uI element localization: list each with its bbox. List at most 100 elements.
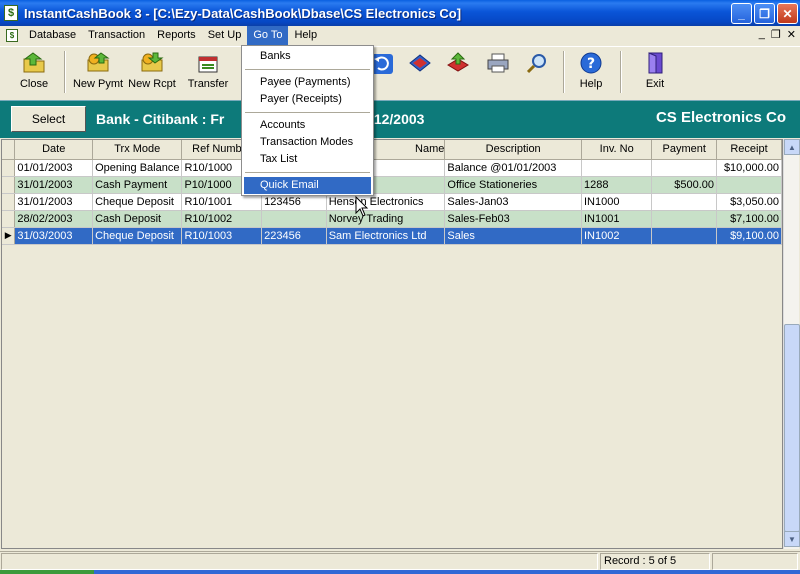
cell-date[interactable]: 28/02/2003	[14, 210, 94, 228]
cell-ref-number[interactable]: R10/1003	[181, 227, 263, 245]
cell-receipt[interactable]: $7,100.00	[716, 210, 782, 228]
goto-payee[interactable]: Payee (Payments)	[244, 74, 371, 91]
cell-receipt[interactable]: $9,100.00	[716, 227, 782, 245]
document-icon[interactable]: $	[6, 29, 18, 42]
goto-banks[interactable]: Banks	[244, 48, 371, 65]
goto-quick-email[interactable]: Quick Email	[244, 177, 371, 194]
cell-description[interactable]: Sales-Feb03	[444, 210, 582, 228]
cell-inv-no[interactable]: IN1000	[581, 193, 653, 211]
vertical-scrollbar[interactable]: ▲ ▼	[783, 139, 800, 549]
table-row[interactable]: 31/01/2003 Cheque Deposit R10/1001 123456 He…	[2, 193, 782, 211]
help-button[interactable]: ? Help	[574, 51, 608, 95]
cell-payment[interactable]	[651, 159, 718, 177]
goto-transaction-modes[interactable]: Transaction Modes	[244, 134, 371, 151]
help-label: Help	[579, 78, 603, 90]
cell-description[interactable]: Sales-Jan03	[444, 193, 582, 211]
menu-transaction[interactable]: Transaction	[82, 26, 151, 45]
cell-description[interactable]: Sales	[444, 227, 582, 245]
search-button[interactable]	[523, 51, 551, 95]
mdi-restore-button[interactable]: ❐	[771, 28, 781, 41]
new-receipt-label: New Rcpt	[128, 78, 176, 90]
app-icon[interactable]: $	[4, 5, 18, 21]
cell-receipt[interactable]	[716, 176, 782, 194]
close-button[interactable]: Close	[16, 51, 52, 95]
scroll-up-arrow[interactable]: ▲	[784, 139, 800, 155]
column-header-payment[interactable]: Payment	[651, 140, 718, 160]
column-header-inv-no[interactable]: Inv. No	[581, 140, 653, 160]
row-indicator[interactable]	[2, 193, 16, 211]
cell-payment[interactable]: $500.00	[651, 176, 718, 194]
transactions-table: Date Trx Mode Ref Number Name Descriptio…	[2, 140, 782, 245]
start-button-edge[interactable]	[0, 570, 94, 574]
menu-setup[interactable]: Set Up	[202, 26, 248, 45]
mdi-close-button[interactable]: ✕	[787, 28, 796, 41]
cell-receipt[interactable]: $10,000.00	[716, 159, 782, 177]
menu-help[interactable]: Help	[288, 26, 323, 45]
cell-receipt[interactable]: $3,050.00	[716, 193, 782, 211]
cell-payment[interactable]	[651, 227, 718, 245]
cell-trx-mode[interactable]: Cheque Deposit	[92, 227, 183, 245]
column-header-trx-mode[interactable]: Trx Mode	[92, 140, 183, 160]
row-indicator[interactable]	[2, 176, 16, 194]
cell-trx-mode[interactable]: Cash Deposit	[92, 210, 183, 228]
table-row[interactable]: 28/02/2003 Cash Deposit R10/1002 Norvey Tra…	[2, 210, 782, 228]
menu-goto[interactable]: Go To	[247, 26, 289, 45]
column-header-receipt[interactable]: Receipt	[716, 140, 782, 160]
ledger-button[interactable]	[406, 51, 434, 95]
select-bank-button[interactable]: Select	[11, 106, 86, 132]
mdi-controls: _ ❐ ✕	[759, 28, 796, 41]
cell-trx-mode[interactable]: Opening Balance	[92, 159, 183, 177]
cell-name[interactable]: Sam Electronics Ltd	[326, 227, 446, 245]
column-header-date[interactable]: Date	[14, 140, 94, 160]
exit-button[interactable]: Exit	[640, 51, 670, 95]
cell-payment[interactable]	[651, 193, 718, 211]
row-indicator[interactable]	[2, 159, 16, 177]
column-header-description[interactable]: Description	[444, 140, 582, 160]
cell-date[interactable]: 01/01/2003	[14, 159, 94, 177]
minimize-icon: _	[738, 6, 745, 21]
row-indicator[interactable]	[2, 210, 16, 228]
cell-name[interactable]: Norvey Trading	[326, 210, 446, 228]
restore-button[interactable]: ❐	[754, 3, 775, 24]
cell-cheque[interactable]	[261, 210, 327, 228]
cell-date[interactable]: 31/03/2003	[14, 227, 94, 245]
transfer-button[interactable]: Transfer	[186, 51, 230, 95]
goto-tax-list[interactable]: Tax List	[244, 151, 371, 168]
import-button[interactable]	[444, 51, 472, 95]
menu-reports[interactable]: Reports	[151, 26, 202, 45]
table-header-row: Date Trx Mode Ref Number Name Descriptio…	[2, 140, 782, 160]
menu-separator	[245, 172, 370, 174]
cell-inv-no[interactable]: IN1001	[581, 210, 653, 228]
cell-inv-no[interactable]	[581, 159, 653, 177]
close-window-button[interactable]: ✕	[777, 3, 798, 24]
cell-payment[interactable]	[651, 210, 718, 228]
mdi-minimize-button[interactable]: _	[759, 28, 765, 41]
new-payment-button[interactable]: New Pymt	[71, 51, 125, 95]
menu-database[interactable]: Database	[23, 26, 82, 45]
table-row[interactable]: 01/01/2003 Opening Balance R10/1000 Balance…	[2, 159, 782, 177]
cell-description[interactable]: Office Stationeries	[444, 176, 582, 194]
goto-accounts[interactable]: Accounts	[244, 117, 371, 134]
scroll-thumb[interactable]	[784, 324, 800, 532]
new-receipt-button[interactable]: New Rcpt	[126, 51, 178, 95]
cell-inv-no[interactable]: 1288	[581, 176, 653, 194]
cell-description[interactable]: Balance @01/01/2003	[444, 159, 582, 177]
cell-cheque[interactable]: 223456	[261, 227, 327, 245]
close-label: Close	[19, 78, 49, 90]
toolbar-separator	[64, 51, 66, 93]
cell-date[interactable]: 31/01/2003	[14, 176, 94, 194]
goto-payer[interactable]: Payer (Receipts)	[244, 91, 371, 108]
scroll-down-arrow[interactable]: ▼	[784, 531, 800, 547]
table-row[interactable]: 31/01/2003Cash PaymentP10/1000eriesOffic…	[2, 176, 782, 194]
row-indicator[interactable]: ▶	[2, 227, 16, 245]
print-button[interactable]	[484, 51, 512, 95]
minimize-button[interactable]: _	[731, 3, 752, 24]
cell-trx-mode[interactable]: Cheque Deposit	[92, 193, 183, 211]
status-panel-main	[1, 553, 598, 570]
cell-trx-mode[interactable]: Cash Payment	[92, 176, 183, 194]
cell-ref-number[interactable]: R10/1002	[181, 210, 263, 228]
cell-inv-no[interactable]: IN1002	[581, 227, 653, 245]
cell-date[interactable]: 31/01/2003	[14, 193, 94, 211]
table-body: 01/01/2003 Opening Balance R10/1000 Balance…	[2, 159, 782, 245]
table-row[interactable]: ▶ 31/03/2003 Cheque Deposit R10/1003 223456 S…	[2, 227, 782, 245]
